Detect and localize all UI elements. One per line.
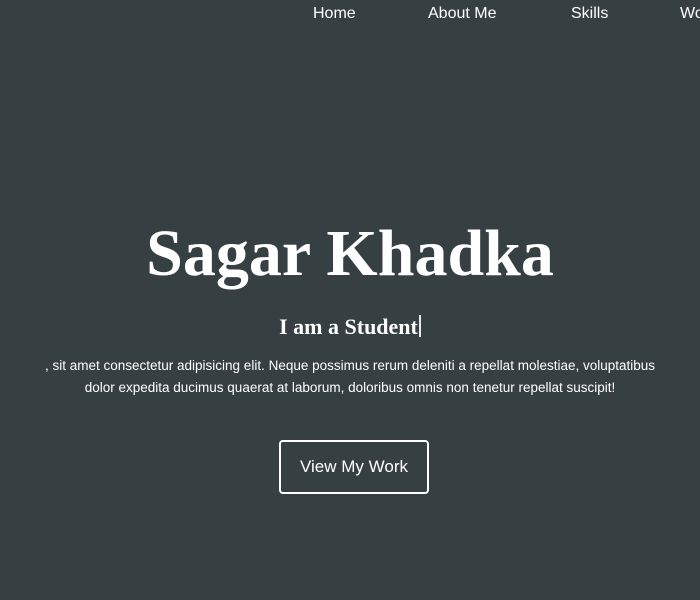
view-my-work-button[interactable]: View My Work — [279, 440, 429, 494]
nav-link-home[interactable]: Home — [313, 5, 356, 23]
top-navigation: Home About Me Skills Work — [0, 0, 700, 30]
typed-text: I am a Student — [279, 314, 418, 339]
nav-link-skills[interactable]: Skills — [571, 5, 608, 23]
typing-cursor — [418, 315, 421, 337]
hero-description-line-2: dolor expedita ducimus quaerat at laboru… — [84, 380, 616, 395]
nav-link-about-me[interactable]: About Me — [428, 5, 496, 23]
hero-description-line-1: , sit amet consectetur adipisicing elit.… — [44, 358, 656, 373]
nav-link-work[interactable]: Work — [680, 5, 700, 23]
hero-subtitle: I am a Student — [0, 313, 700, 341]
hero-name: Sagar Khadka — [146, 217, 554, 290]
